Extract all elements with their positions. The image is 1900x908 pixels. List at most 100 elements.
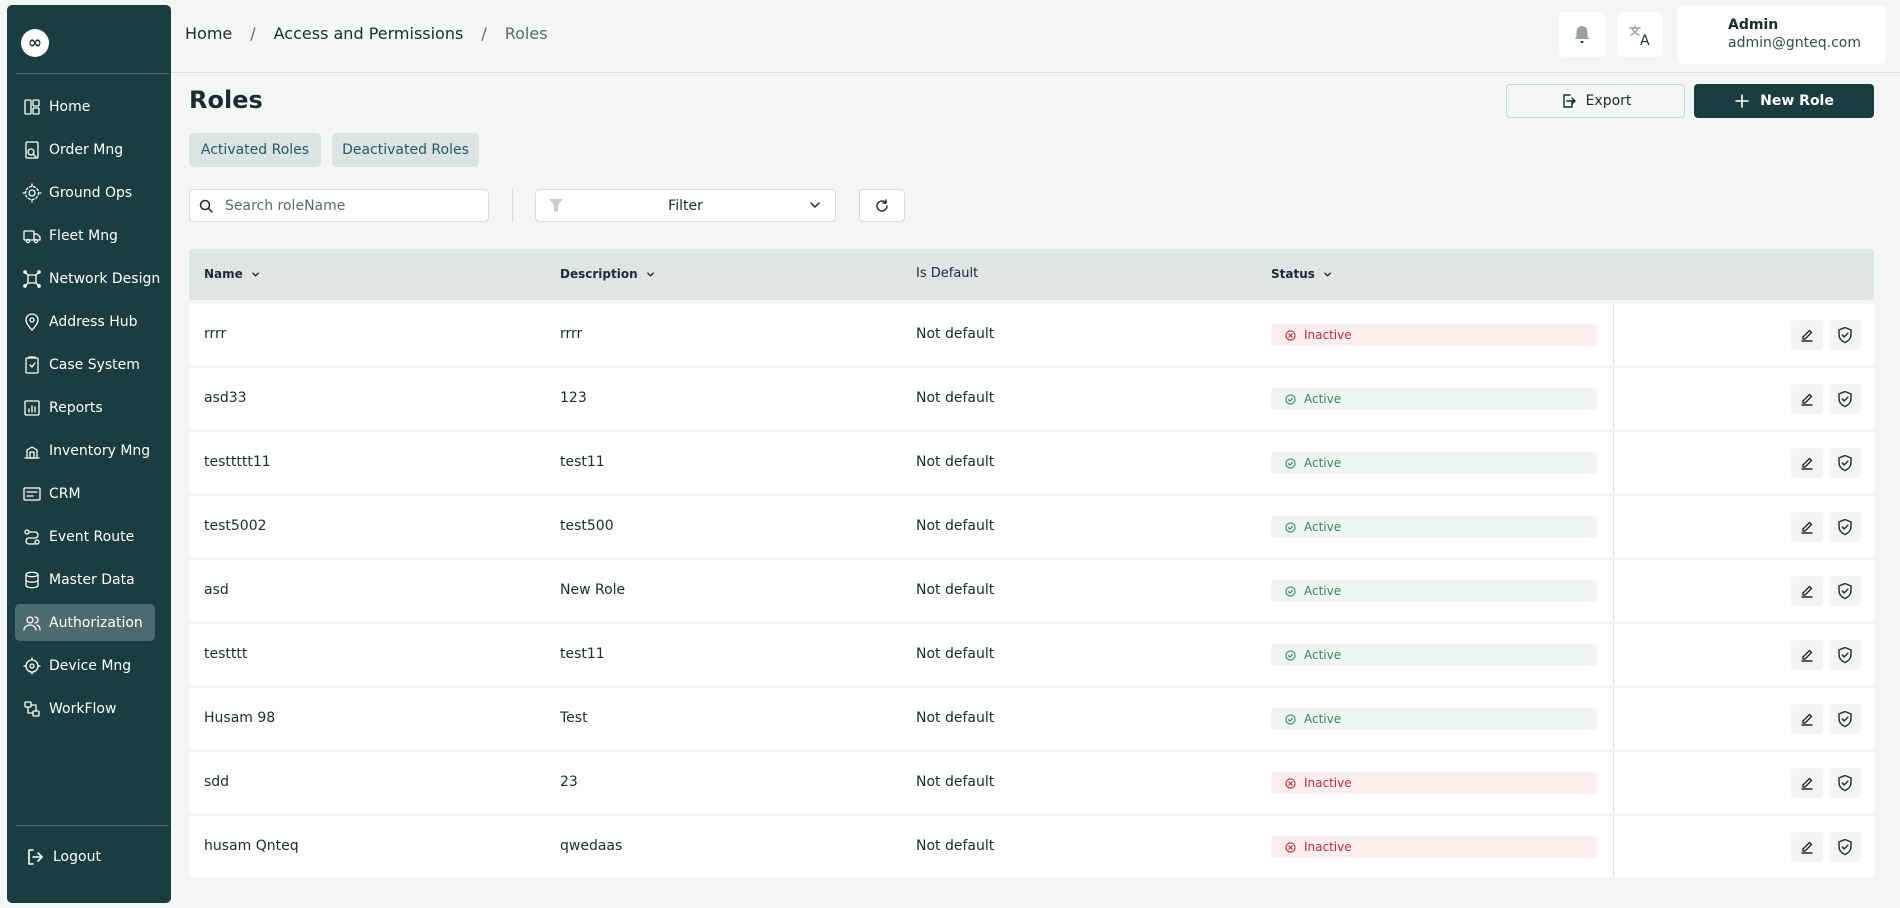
- status-label: Active: [1304, 584, 1342, 598]
- cell-name: test5002: [204, 518, 267, 534]
- sidebar-item-label: CRM: [49, 485, 81, 502]
- plus-icon: [1735, 94, 1749, 108]
- sidebar-item-workflow[interactable]: WorkFlow: [15, 690, 155, 727]
- breadcrumb-home[interactable]: Home: [185, 24, 232, 43]
- sidebar: ∞ Home Order Mng Ground Ops Fleet Mng Networ…: [7, 5, 171, 903]
- cell-description: test11: [560, 454, 605, 470]
- sidebar-item-authorization[interactable]: Authorization: [15, 604, 155, 641]
- sidebar-item-ground-ops[interactable]: Ground Ops: [15, 174, 155, 211]
- user-email: admin@gnteq.com: [1728, 35, 1861, 51]
- logo[interactable]: ∞: [21, 29, 49, 57]
- toolbar-divider: [512, 189, 513, 222]
- route-icon: [24, 528, 40, 545]
- status-label: Inactive: [1304, 840, 1352, 854]
- edit-button[interactable]: [1791, 320, 1823, 350]
- column-header-description[interactable]: Description: [560, 267, 655, 281]
- table-row[interactable]: asd33 123 Not default Active: [189, 368, 1874, 429]
- sidebar-item-label: Fleet Mng: [49, 227, 118, 244]
- permissions-button[interactable]: [1829, 832, 1861, 862]
- table-row[interactable]: husam Qnteq qwedaas Not default Inactive: [189, 816, 1874, 877]
- user-menu[interactable]: Admin admin@gnteq.com: [1678, 5, 1886, 64]
- table-row[interactable]: testttt test11 Not default Active: [189, 624, 1874, 685]
- column-divider: [1613, 688, 1614, 749]
- column-header-status[interactable]: Status: [1271, 267, 1332, 281]
- sidebar-item-label: WorkFlow: [49, 700, 117, 717]
- table-row[interactable]: asd New Role Not default Active: [189, 560, 1874, 621]
- table-row[interactable]: test5002 test500 Not default Active: [189, 496, 1874, 557]
- sidebar-item-label: Master Data: [49, 571, 135, 588]
- permissions-button[interactable]: [1829, 640, 1861, 670]
- edit-button[interactable]: [1791, 448, 1823, 478]
- sidebar-item-case-system[interactable]: Case System: [15, 346, 155, 383]
- column-divider: [1613, 752, 1614, 813]
- status-badge: Active: [1271, 708, 1597, 730]
- filter-dropdown[interactable]: Filter: [535, 189, 836, 222]
- sidebar-item-order-mng[interactable]: Order Mng: [15, 131, 155, 168]
- sidebar-item-event-route[interactable]: Event Route: [15, 518, 155, 555]
- cell-description: rrrr: [560, 326, 583, 342]
- permissions-button[interactable]: [1829, 768, 1861, 798]
- tab-activated-roles[interactable]: Activated Roles: [189, 133, 321, 167]
- sidebar-item-reports[interactable]: Reports: [15, 389, 155, 426]
- sidebar-nav: Home Order Mng Ground Ops Fleet Mng Network …: [15, 88, 160, 733]
- sidebar-item-device-mng[interactable]: Device Mng: [15, 647, 155, 684]
- status-label: Inactive: [1304, 776, 1352, 790]
- edit-button[interactable]: [1791, 512, 1823, 542]
- edit-button[interactable]: [1791, 704, 1823, 734]
- permissions-button[interactable]: [1829, 704, 1861, 734]
- search-input[interactable]: [225, 197, 465, 214]
- edit-button[interactable]: [1791, 576, 1823, 606]
- language-button[interactable]: A: [1617, 12, 1663, 57]
- export-button[interactable]: Export: [1506, 84, 1685, 118]
- edit-button[interactable]: [1791, 768, 1823, 798]
- status-badge: Inactive: [1271, 324, 1597, 346]
- breadcrumb-access-permissions[interactable]: Access and Permissions: [274, 24, 464, 43]
- sidebar-item-master-data[interactable]: Master Data: [15, 561, 155, 598]
- tab-deactivated-roles[interactable]: Deactivated Roles: [332, 133, 479, 167]
- sidebar-item-label: Inventory Mng: [49, 442, 151, 459]
- truck-icon: [23, 229, 41, 243]
- edit-button[interactable]: [1791, 640, 1823, 670]
- breadcrumb-roles: Roles: [504, 24, 548, 43]
- edit-button[interactable]: [1791, 832, 1823, 862]
- logout-button[interactable]: Logout: [25, 847, 101, 867]
- cell-is-default: Not default: [916, 774, 995, 790]
- sidebar-item-crm[interactable]: CRM: [15, 475, 155, 512]
- refresh-button[interactable]: [859, 189, 905, 222]
- cell-is-default: Not default: [916, 646, 995, 662]
- sidebar-item-inventory-mng[interactable]: Inventory Mng: [15, 432, 155, 469]
- sidebar-item-network-design[interactable]: Network Design: [15, 260, 160, 297]
- permissions-button[interactable]: [1829, 512, 1861, 542]
- notifications-button[interactable]: [1559, 12, 1605, 57]
- cell-name: asd33: [204, 390, 247, 406]
- status-badge: Active: [1271, 580, 1597, 602]
- status-badge: Active: [1271, 452, 1597, 474]
- permissions-button[interactable]: [1829, 384, 1861, 414]
- table-row[interactable]: testtttt11 test11 Not default Active: [189, 432, 1874, 493]
- cell-name: Husam 98: [204, 710, 276, 726]
- sidebar-item-fleet-mng[interactable]: Fleet Mng: [15, 217, 155, 254]
- permissions-button[interactable]: [1829, 576, 1861, 606]
- bell-icon: [1574, 25, 1590, 43]
- refresh-icon: [876, 198, 888, 212]
- sidebar-item-label: Address Hub: [49, 313, 138, 330]
- check-circle-icon: [1285, 457, 1296, 469]
- new-role-button[interactable]: New Role: [1694, 84, 1874, 118]
- column-divider: [1613, 432, 1614, 493]
- pencil-icon: [1801, 585, 1813, 598]
- sidebar-item-home[interactable]: Home: [15, 88, 155, 125]
- ground-ops-icon: [22, 182, 42, 203]
- column-header-name[interactable]: Name: [204, 267, 260, 281]
- permissions-button[interactable]: [1829, 448, 1861, 478]
- sidebar-divider: [16, 825, 169, 826]
- table-row[interactable]: Husam 98 Test Not default Active: [189, 688, 1874, 749]
- sidebar-item-address-hub[interactable]: Address Hub: [15, 303, 155, 340]
- table-row[interactable]: sdd 23 Not default Inactive: [189, 752, 1874, 813]
- permissions-button[interactable]: [1829, 320, 1861, 350]
- network-icon: [23, 269, 41, 288]
- inventory-icon: [24, 445, 40, 459]
- table-row[interactable]: rrrr rrrr Not default Inactive: [189, 304, 1874, 365]
- check-circle-icon: [1285, 393, 1296, 405]
- edit-button[interactable]: [1791, 384, 1823, 414]
- device-icon: [23, 656, 41, 675]
